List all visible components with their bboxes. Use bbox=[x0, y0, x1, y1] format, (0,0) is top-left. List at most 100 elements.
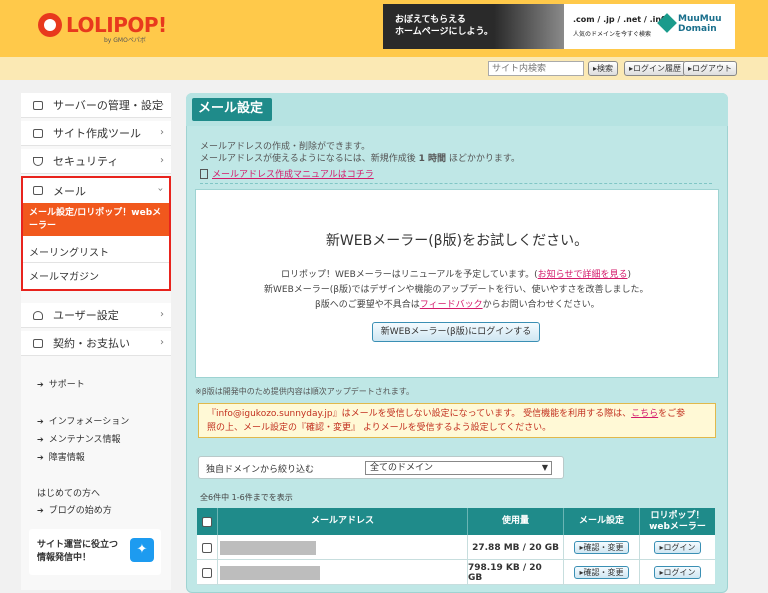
domain-filter-value: 全てのドメイン bbox=[370, 463, 434, 473]
sidebar-item-user-settings[interactable]: ユーザー設定 › bbox=[21, 303, 171, 328]
webmailer-line1: ロリポップ！WEBメーラーはリニューアルを予定しています。(お知らせで詳細を見る… bbox=[281, 267, 631, 280]
usage-cell: 798.19 KB / 20 GB bbox=[467, 560, 563, 585]
col-settings: メール設定 bbox=[563, 508, 639, 535]
search-button-label: 検索 bbox=[597, 64, 614, 73]
email-redacted bbox=[220, 565, 320, 580]
sidebar-item-mail[interactable]: メール › bbox=[21, 176, 171, 203]
chevron-down-icon: › bbox=[154, 187, 166, 192]
mail-icon bbox=[33, 186, 43, 195]
site-search-input[interactable] bbox=[488, 61, 584, 76]
sidebar-item-site-tools[interactable]: サイト作成ツール › bbox=[21, 121, 171, 146]
brand-sub: by GMOペパボ bbox=[104, 37, 146, 44]
check-change-button[interactable]: ▸確認・変更 bbox=[574, 541, 629, 554]
webmailer-line1-end: ) bbox=[627, 270, 631, 280]
sidebar-item-label: 契約・お支払い bbox=[53, 337, 130, 350]
chevron-right-icon: › bbox=[160, 155, 164, 166]
sidebar-link-support[interactable]: ➔ サポート bbox=[37, 377, 85, 390]
row-checkbox[interactable] bbox=[202, 542, 212, 553]
server-icon bbox=[33, 100, 43, 110]
receive-warning: 『info@igukozo.sunnyday.jp』はメールを受信しない設定にな… bbox=[198, 403, 716, 438]
manual-link[interactable]: メールアドレス作成マニュアルはコチラ bbox=[212, 170, 374, 180]
webmailer-title: 新WEBメーラー(β版)をお試しください。 bbox=[325, 233, 589, 249]
table-row: 27.88 MB / 20 GB ▸確認・変更 ▸ログイン bbox=[197, 535, 715, 560]
intro-line2-end: ほどかかります。 bbox=[448, 154, 520, 164]
card-icon bbox=[33, 338, 43, 348]
select-all-checkbox[interactable] bbox=[202, 516, 212, 527]
chevron-right-icon: › bbox=[160, 99, 164, 110]
banner-domains: .com / .jp / .net / .info bbox=[573, 15, 671, 24]
login-cell: ▸ログイン bbox=[639, 535, 715, 560]
warning-link[interactable]: こちら bbox=[631, 409, 658, 419]
sidebar-item-label: メール bbox=[53, 184, 86, 198]
site-tool-icon bbox=[33, 128, 43, 138]
manual-link-row: メールアドレス作成マニュアルはコチラ bbox=[200, 167, 374, 180]
check-change-button[interactable]: ▸確認・変更 bbox=[574, 566, 629, 579]
banner-left: おぼえてもらえる ホームページにしよう。 bbox=[383, 4, 564, 49]
muumuu-line1: MuuMuu bbox=[678, 14, 722, 24]
sidebar-link-blog-guide[interactable]: ➔ ブログの始め方 bbox=[37, 503, 112, 516]
document-icon bbox=[200, 169, 208, 179]
login-label: ログイン bbox=[663, 568, 696, 577]
login-history-label: ログイン履歴 bbox=[633, 64, 682, 73]
lolipop-logo[interactable]: LOLIPOP! bbox=[38, 13, 167, 37]
login-label: ログイン bbox=[663, 543, 696, 552]
col-webmailer: ロリポップ！webメーラー bbox=[639, 508, 715, 535]
sidebar-link-label: 障害情報 bbox=[48, 453, 85, 463]
twitter-line1: サイト運営に役立つ bbox=[37, 540, 119, 550]
arrow-right-icon: ➔ bbox=[37, 417, 44, 426]
warning-line1: 『info@igukozo.sunnyday.jp』はメールを受信しない設定にな… bbox=[207, 407, 707, 421]
sidebar-item-billing[interactable]: 契約・お支払い › bbox=[21, 331, 171, 356]
row-checkbox-cell bbox=[197, 560, 217, 585]
banner-domains-caption: 人気のドメインを今すぐ検索 bbox=[573, 31, 652, 38]
new-webmailer-login-button[interactable]: 新WEBメーラー(β版)にログインする bbox=[372, 322, 540, 342]
beta-note: ※β版は開発中のため提供内容は順次アップデートされます。 bbox=[195, 387, 415, 396]
twitter-icon[interactable]: ✦ bbox=[130, 538, 154, 562]
logout-button[interactable]: ▸ログアウト bbox=[683, 61, 738, 76]
sidebar-link-outage[interactable]: ➔ 障害情報 bbox=[37, 450, 85, 463]
twitter-line2: 情報発信中！ bbox=[37, 553, 92, 563]
sidebar-item-label: サーバーの管理・設定 bbox=[53, 99, 163, 112]
muumuu-line2: Domain bbox=[678, 24, 717, 34]
search-button[interactable]: ▸検索 bbox=[588, 61, 619, 76]
sidebar-link-label: インフォメーション bbox=[48, 417, 130, 427]
page-title: メール設定 bbox=[192, 98, 272, 121]
lolipop-logo-mark bbox=[38, 13, 62, 37]
webmailer-login-button[interactable]: ▸ログイン bbox=[654, 566, 701, 579]
login-history-button[interactable]: ▸ログイン履歴 bbox=[624, 61, 687, 76]
banner-line2: ホームページにしよう。 bbox=[395, 27, 494, 37]
twitter-promo[interactable]: サイト運営に役立つ 情報発信中！ ✦ bbox=[29, 529, 161, 575]
news-detail-link[interactable]: お知らせで詳細を見る bbox=[538, 270, 628, 280]
muumuu-banner[interactable]: おぼえてもらえる ホームページにしよう。 .com / .jp / .net /… bbox=[383, 4, 735, 49]
sidebar-link-information[interactable]: ➔ インフォメーション bbox=[37, 414, 129, 427]
domain-filter: 独自ドメインから絞り込む 全てのドメイン ▼ bbox=[198, 456, 564, 479]
chevron-right-icon: › bbox=[160, 309, 164, 320]
banner-line1: おぼえてもらえる bbox=[395, 15, 466, 25]
webmailer-login-button[interactable]: ▸ログイン bbox=[654, 541, 701, 554]
row-checkbox[interactable] bbox=[202, 567, 212, 578]
warning-text-end: をご参 bbox=[658, 409, 686, 419]
domain-filter-label: 独自ドメインから絞り込む bbox=[206, 465, 315, 475]
brand-name: LOLIPOP! bbox=[66, 13, 167, 37]
webmailer-line2: 新WEBメーラー(β版)ではデザインや機能のアップデートを行い、使いやすさを改善… bbox=[264, 285, 649, 295]
divider bbox=[200, 183, 712, 184]
sidebar-item-security[interactable]: セキュリティ › bbox=[21, 149, 171, 174]
webmailer-line3-text: β版へのご要望や不具合は bbox=[315, 300, 420, 310]
check-change-label: 確認・変更 bbox=[583, 543, 624, 552]
intro-line2-text: メールアドレスが使えるようになるには、新規作成後 bbox=[200, 154, 416, 164]
login-cell: ▸ログイン bbox=[639, 560, 715, 585]
sidebar-link-label: メンテナンス情報 bbox=[48, 435, 121, 445]
feedback-link[interactable]: フィードバック bbox=[420, 300, 483, 310]
domain-filter-select[interactable]: 全てのドメイン ▼ bbox=[365, 461, 552, 475]
webmailer-line3-end: からお問い合わせください。 bbox=[482, 300, 600, 310]
submenu-mail-magazine[interactable]: メールマガジン bbox=[29, 268, 99, 283]
shield-icon bbox=[33, 156, 43, 166]
arrow-right-icon: ➔ bbox=[37, 453, 44, 462]
row-checkbox-cell bbox=[197, 535, 217, 560]
sidebar-link-maintenance[interactable]: ➔ メンテナンス情報 bbox=[37, 432, 121, 445]
chevron-right-icon: › bbox=[160, 337, 164, 348]
col-usage: 使用量 bbox=[467, 508, 563, 535]
sidebar-item-label: サイト作成ツール bbox=[53, 127, 141, 140]
sidebar-item-server[interactable]: サーバーの管理・設定 › bbox=[21, 93, 171, 118]
webmailer-line3: β版へのご要望や不具合はフィードバックからお問い合わせください。 bbox=[315, 297, 600, 310]
col-email: メールアドレス bbox=[217, 508, 467, 535]
